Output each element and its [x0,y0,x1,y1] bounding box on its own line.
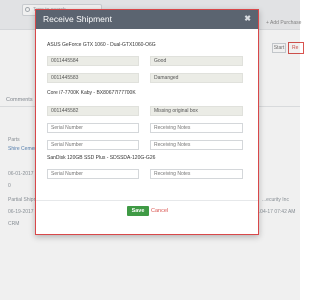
item-title: SanDisk 120GB SSD Plus - SDSSDA-120G-G26 [47,155,156,161]
serial-number-field[interactable] [47,169,139,179]
receiving-notes-field[interactable] [150,106,243,116]
receiving-notes-field[interactable] [150,140,243,150]
serial-number-field[interactable] [47,106,139,116]
close-icon[interactable]: ✖ [244,14,251,24]
item-title: ASUS GeForce GTX 1060 - Dual-GTX1060-O6G [47,42,156,48]
receiving-notes-field[interactable] [150,169,243,179]
item-title: Core i7-7700K Kaby - BX80677I77700K [47,90,136,96]
cancel-link[interactable]: Cancel [151,206,168,216]
serial-number-field[interactable] [47,56,139,66]
modal-header: Receive Shipment ✖ [36,10,258,29]
receiving-notes-field[interactable] [150,73,243,83]
serial-number-field[interactable] [47,123,139,133]
serial-number-field[interactable] [47,73,139,83]
receiving-notes-field[interactable] [150,56,243,66]
modal-footer-divider [36,200,258,201]
serial-number-field[interactable] [47,140,139,150]
receive-shipment-modal: Receive Shipment ✖ ASUS GeForce GTX 1060… [35,9,259,235]
receiving-notes-field[interactable] [150,123,243,133]
save-button[interactable]: Save [127,206,149,216]
modal-title: Receive Shipment [43,14,112,24]
